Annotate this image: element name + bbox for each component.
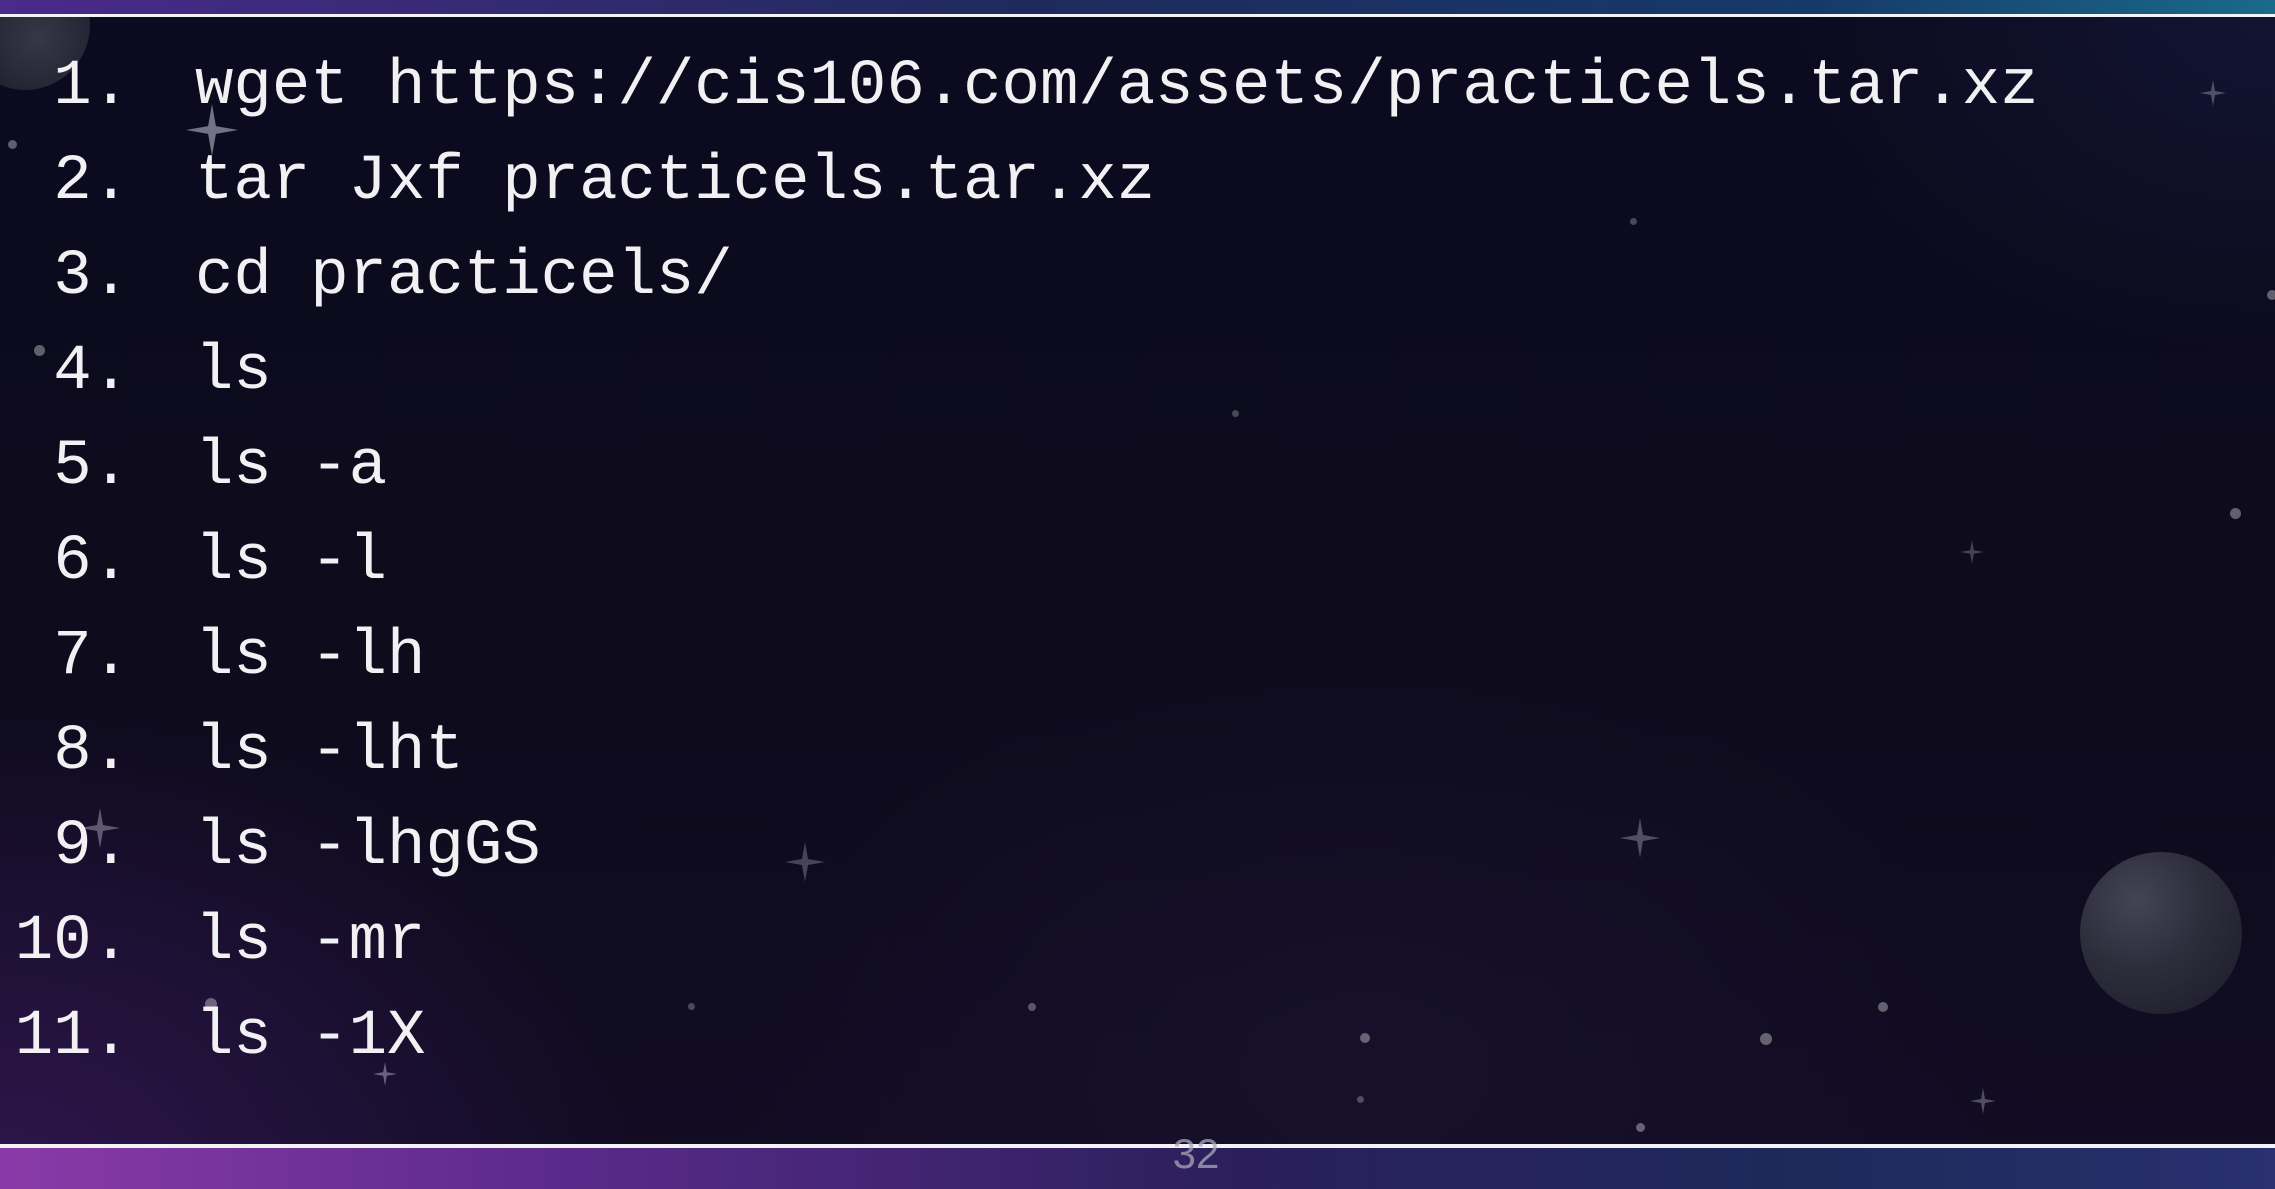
item-number: 2.: [53, 146, 130, 218]
list-item: 2. tar Jxf practicels.tar.xz: [0, 139, 2039, 234]
list-item: 6. ls -l: [0, 519, 2039, 614]
item-number: 1.: [53, 51, 130, 123]
item-number: 7.: [53, 621, 130, 693]
list-item: 5. ls -a: [0, 424, 2039, 519]
command-list: 1. wget https://cis106.com/assets/practic…: [0, 44, 2039, 1089]
list-item: 3. cd practicels/: [0, 234, 2039, 329]
list-item: 1. wget https://cis106.com/assets/practic…: [0, 44, 2039, 139]
list-item: 11. ls -1X: [0, 994, 2039, 1089]
list-item: 8. ls -lht: [0, 709, 2039, 804]
sparkle-icon: [1970, 1088, 1996, 1114]
item-number: 5.: [53, 431, 130, 503]
item-number: 8.: [53, 716, 130, 788]
list-item: 4. ls: [0, 329, 2039, 424]
command-text: ls -lht: [195, 716, 464, 788]
star-icon: [1357, 1096, 1364, 1103]
command-text: cd practicels/: [195, 241, 733, 313]
bottom-band: [0, 1148, 2275, 1189]
command-text: tar Jxf practicels.tar.xz: [195, 146, 1156, 218]
command-text: ls -l: [195, 526, 388, 598]
page-number: 32: [1172, 1130, 1220, 1177]
item-number: 6.: [53, 526, 130, 598]
command-text: ls -a: [195, 431, 388, 503]
top-divider: [0, 14, 2275, 17]
slide: 1. wget https://cis106.com/assets/practic…: [0, 0, 2275, 1189]
list-item: 9. ls -lhgGS: [0, 804, 2039, 899]
top-band: [0, 0, 2275, 14]
list-item: 10. ls -mr: [0, 899, 2039, 994]
item-number: 4.: [53, 336, 130, 408]
list-item: 7. ls -lh: [0, 614, 2039, 709]
item-number: 11.: [14, 1001, 130, 1073]
star-icon: [2230, 508, 2241, 519]
sparkle-icon: [2200, 80, 2226, 106]
star-icon: [1636, 1123, 1645, 1132]
item-number: 10.: [14, 906, 130, 978]
command-text: ls -lhgGS: [195, 811, 541, 883]
command-text: ls -mr: [195, 906, 426, 978]
planet-icon: [2080, 852, 2242, 1014]
star-icon: [2267, 290, 2275, 300]
command-text: wget https://cis106.com/assets/practicel…: [195, 51, 2039, 123]
command-text: ls -lh: [195, 621, 426, 693]
command-text: ls -1X: [195, 1001, 426, 1073]
command-text: ls: [195, 336, 272, 408]
item-number: 9.: [53, 811, 130, 883]
item-number: 3.: [53, 241, 130, 313]
